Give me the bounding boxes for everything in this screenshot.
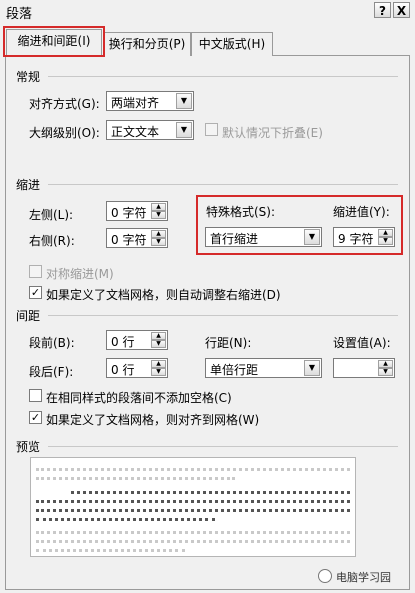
space-after-spinner[interactable]: 0 行 ▲ ▼	[106, 358, 168, 378]
special-format-select[interactable]: 首行缩进 ▼	[205, 227, 322, 247]
no-space-same-style-checkbox[interactable]	[29, 389, 42, 402]
outline-level-select[interactable]: 正文文本 ▼	[106, 120, 194, 140]
mirror-indent-label: 对称缩进(M)	[46, 267, 114, 281]
general-divider	[48, 76, 398, 77]
line-spacing-select[interactable]: 单倍行距 ▼	[205, 358, 322, 378]
space-after-label: 段后(F):	[29, 365, 74, 379]
tab-line-page-breaks[interactable]: 换行和分页(P)	[103, 32, 191, 56]
indent-by-value: 9 字符	[338, 232, 374, 246]
spin-up-icon[interactable]: ▲	[151, 230, 166, 238]
indent-left-spinner[interactable]: 0 字符 ▲ ▼	[106, 201, 168, 221]
preview-box	[30, 457, 356, 557]
preview-paragraph-line	[36, 509, 350, 517]
spin-up-icon[interactable]: ▲	[151, 203, 166, 211]
indent-left-label: 左侧(L):	[29, 208, 74, 222]
collapsed-default-checkbox[interactable]	[205, 123, 218, 136]
preview-next-paragraph-line	[36, 549, 185, 557]
line-spacing-at-label: 设置值(A):	[333, 336, 391, 350]
watermark-logo-icon	[318, 569, 332, 583]
indent-by-spinner[interactable]: 9 字符 ▲ ▼	[333, 227, 395, 247]
close-button[interactable]: X	[393, 2, 410, 18]
preview-divider	[48, 446, 398, 447]
spin-up-icon[interactable]: ▲	[151, 360, 166, 368]
mirror-indent-checkbox[interactable]	[29, 265, 42, 278]
outline-level-label: 大纲级别(O):	[29, 126, 100, 140]
snap-to-grid-label: 如果定义了文档网格，则对齐到网格(W)	[46, 413, 260, 427]
alignment-label: 对齐方式(G):	[29, 97, 100, 111]
special-format-value: 首行缩进	[210, 232, 259, 246]
alignment-select[interactable]: 两端对齐 ▼	[106, 91, 194, 111]
title-bar	[0, 0, 415, 22]
special-format-label: 特殊格式(S):	[206, 205, 276, 219]
indent-divider	[48, 184, 398, 185]
spin-up-icon[interactable]: ▲	[378, 229, 393, 237]
preview-paragraph-line	[36, 500, 350, 508]
indent-by-label: 缩进值(Y):	[333, 205, 390, 219]
line-spacing-label: 行距(N):	[205, 336, 252, 350]
outline-level-value: 正文文本	[111, 125, 160, 139]
spin-up-icon[interactable]: ▲	[378, 360, 393, 368]
line-spacing-value: 单倍行距	[210, 363, 259, 377]
space-before-spinner[interactable]: 0 行 ▲ ▼	[106, 330, 168, 350]
tab-asian-typography[interactable]: 中文版式(H)	[191, 32, 273, 56]
chevron-down-icon[interactable]: ▼	[304, 229, 320, 245]
chevron-down-icon[interactable]: ▼	[176, 93, 192, 109]
spin-down-icon[interactable]: ▼	[151, 238, 166, 246]
chevron-down-icon[interactable]: ▼	[176, 122, 192, 138]
preview-prev-paragraph-line	[36, 477, 235, 485]
collapsed-default-label: 默认情况下折叠(E)	[222, 126, 323, 140]
preview-paragraph-line	[36, 518, 215, 526]
dialog-title: 段落	[6, 7, 33, 22]
indent-right-spinner[interactable]: 0 字符 ▲ ▼	[106, 228, 168, 248]
indent-left-value: 0 字符	[111, 206, 147, 220]
line-spacing-at-spinner[interactable]: ▲ ▼	[333, 358, 395, 378]
chevron-down-icon[interactable]: ▼	[304, 360, 320, 376]
preview-next-paragraph-line	[36, 531, 350, 539]
spacing-divider	[48, 315, 398, 316]
indent-group-title: 缩进	[16, 178, 41, 192]
spin-down-icon[interactable]: ▼	[151, 211, 166, 219]
spin-down-icon[interactable]: ▼	[151, 340, 166, 348]
indent-right-value: 0 字符	[111, 233, 147, 247]
snap-to-grid-checkbox[interactable]: ✓	[29, 411, 42, 424]
help-button[interactable]: ?	[374, 2, 391, 18]
space-before-value: 0 行	[111, 335, 135, 349]
alignment-value: 两端对齐	[111, 96, 160, 110]
preview-group-title: 预览	[16, 440, 41, 454]
auto-adjust-right-indent-label: 如果定义了文档网格，则自动调整右缩进(D)	[46, 288, 281, 302]
indent-right-label: 右侧(R):	[29, 234, 75, 248]
spin-up-icon[interactable]: ▲	[151, 332, 166, 340]
no-space-same-style-label: 在相同样式的段落间不添加空格(C)	[46, 391, 232, 405]
spin-down-icon[interactable]: ▼	[151, 368, 166, 376]
spin-down-icon[interactable]: ▼	[378, 237, 393, 245]
space-before-label: 段前(B):	[29, 336, 75, 350]
preview-prev-paragraph-line	[36, 468, 350, 476]
space-after-value: 0 行	[111, 363, 135, 377]
preview-paragraph-line	[71, 491, 350, 499]
watermark-text: 电脑学习园	[336, 571, 391, 584]
spin-down-icon[interactable]: ▼	[378, 368, 393, 376]
spacing-group-title: 间距	[16, 309, 41, 323]
auto-adjust-right-indent-checkbox[interactable]: ✓	[29, 286, 42, 299]
tab-highlight-box	[3, 26, 105, 57]
preview-next-paragraph-line	[36, 540, 350, 548]
general-group-title: 常规	[16, 70, 41, 84]
